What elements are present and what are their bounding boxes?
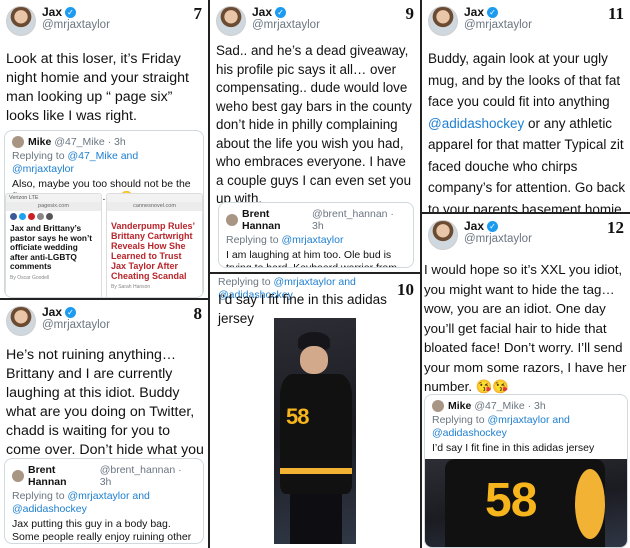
article-byline: By Oscar Goodell: [10, 274, 50, 281]
jersey-photo[interactable]: 58: [425, 459, 627, 547]
quoted-tweet[interactable]: Mike @47_Mike · 3h Replying to @47_Mike …: [4, 130, 204, 298]
author-handle[interactable]: @mrjaxtaylor: [42, 319, 110, 332]
jersey-number: 58: [286, 404, 310, 429]
author-handle[interactable]: @mrjaxtaylor: [252, 19, 320, 32]
quoted-author-name: Brent Hannan: [242, 208, 281, 232]
face-shape: [300, 346, 328, 374]
verified-badge-icon: ✓: [275, 7, 287, 18]
tweet-panel-12: 12 Jax ✓ @mrjaxtaylor I would hope so it…: [422, 214, 630, 548]
url-bar: pagesix.com: [6, 202, 101, 211]
jersey-stripe: [280, 468, 352, 474]
tweet-panel-8: 8 Jax ✓ @mrjaxtaylor He’s not ruining an…: [0, 300, 208, 548]
jersey-shape: [280, 374, 352, 494]
verified-badge-icon: ✓: [487, 221, 499, 232]
tweet-panel-7: 7 Jax ✓ @mrjaxtaylor Look at this loser,…: [0, 0, 208, 298]
tweet-text: Sad.. and he’s a dead giveaway, his prof…: [216, 43, 412, 206]
quoted-author-meta: @brent_hannan · 3h: [312, 208, 394, 232]
article-headline: Jax and Brittany’s pastor says he won’t …: [10, 223, 93, 271]
author-name[interactable]: Jax: [464, 6, 484, 19]
author-name[interactable]: Jax: [42, 306, 62, 319]
jersey-number: 58: [485, 474, 537, 527]
avatar[interactable]: [428, 6, 458, 36]
tweet-header: Jax ✓ @mrjaxtaylor: [216, 6, 320, 36]
status-bar: [107, 194, 202, 202]
divider: [0, 298, 208, 300]
tweet-header: Jax ✓ @mrjaxtaylor: [6, 6, 110, 36]
twitter-icon: [19, 213, 26, 220]
panel-number: 11: [607, 4, 624, 23]
panel-number: 9: [405, 4, 415, 23]
author-handle[interactable]: @mrjaxtaylor: [42, 19, 110, 32]
replying-to: Replying to @47_Mike and @mrjaxtaylor: [12, 150, 139, 175]
panel-number: 7: [193, 4, 203, 23]
avatar[interactable]: [428, 220, 458, 250]
quoted-author-name: Brent Hannan: [28, 464, 67, 488]
tweet-header: Jax ✓ @mrjaxtaylor: [428, 6, 532, 36]
author-handle[interactable]: @mrjaxtaylor: [464, 233, 532, 246]
author-name[interactable]: Jax: [464, 220, 484, 233]
tweet-panel-10: 10 Replying to @mrjaxtaylor and @adidash…: [210, 274, 420, 548]
quoted-media[interactable]: Verizon LTE pagesix.com Jax and Brittany…: [5, 193, 203, 297]
pinterest-icon: [28, 213, 35, 220]
email-icon: [37, 213, 44, 220]
mention-link[interactable]: @adidashockey: [428, 116, 524, 131]
share-icons: [6, 211, 101, 222]
divider: [210, 272, 420, 274]
tweet-text: Buddy, again look at your ugly mug, and …: [428, 51, 626, 212]
replying-to: Replying to @mrjaxtaylor and @adidashock…: [12, 490, 150, 515]
avatar[interactable]: [6, 6, 36, 36]
quoted-author-meta: @brent_hannan · 3h: [99, 464, 182, 488]
quoted-tweet[interactable]: Brent Hannan @brent_hannan · 3h Replying…: [4, 458, 204, 544]
url-bar: cannesnovel.com: [107, 202, 202, 211]
quoted-author-name: Mike: [448, 400, 472, 412]
replying-to: Replying to @mrjaxtaylor: [226, 234, 344, 246]
quoted-author-meta: @47_Mike · 3h: [474, 400, 546, 412]
comment-icon: [46, 213, 53, 220]
tweet-text: Look at this loser, it’s Friday night ho…: [6, 51, 189, 124]
avatar[interactable]: [216, 6, 246, 36]
screenshot-article: cannesnovel.com Vanderpump Rules’ Britta…: [106, 193, 203, 297]
tweet-panel-9: 9 Jax ✓ @mrjaxtaylor Sad.. and he’s a de…: [210, 0, 420, 272]
quoted-author-name: Mike: [28, 136, 52, 148]
avatar: [12, 470, 24, 482]
quoted-tweet[interactable]: Mike @47_Mike · 3h Replying to @mrjaxtay…: [424, 394, 628, 548]
quoted-tweet[interactable]: Brent Hannan @brent_hannan · 3h Replying…: [218, 202, 414, 268]
replying-to: Replying to @mrjaxtaylor and @adidashock…: [432, 414, 570, 439]
divider: [422, 212, 630, 214]
tweet-header: Jax ✓ @mrjaxtaylor: [428, 220, 532, 250]
screenshot-pagesix: Verizon LTE pagesix.com Jax and Brittany…: [5, 193, 102, 297]
tweet-panel-11: 11 Jax ✓ @mrjaxtaylor Buddy, again look …: [422, 0, 630, 212]
panel-number: 12: [607, 218, 624, 237]
panel-number: 8: [193, 304, 203, 323]
quoted-text: I am laughing at him too. Ole bud is try…: [226, 249, 397, 268]
avatar[interactable]: [6, 306, 36, 336]
quoted-author-meta: @47_Mike · 3h: [54, 136, 126, 148]
tweet-text: I would hope so it’s XXL you idiot, you …: [424, 262, 627, 394]
quoted-text: Jax putting this guy in a body bag. Some…: [12, 518, 192, 543]
reply-mentions[interactable]: @mrjaxtaylor: [281, 234, 343, 246]
verified-badge-icon: ✓: [65, 307, 77, 318]
article-headline: Vanderpump Rules’ Brittany Cartwright Re…: [111, 221, 195, 281]
status-bar: Verizon LTE: [6, 194, 101, 202]
tweet-header: Jax ✓ @mrjaxtaylor: [6, 306, 110, 336]
pants-shape: [290, 494, 342, 544]
jersey-stripe: [575, 469, 605, 539]
divider: [420, 0, 422, 548]
avatar: [432, 400, 444, 412]
verified-badge-icon: ✓: [487, 7, 499, 18]
author-name[interactable]: Jax: [42, 6, 62, 19]
article-byline: By Sarah Hanson: [111, 284, 151, 290]
avatar: [12, 136, 24, 148]
author-handle[interactable]: @mrjaxtaylor: [464, 19, 532, 32]
quoted-text: I’d say I fit fine in this adidas jersey: [432, 442, 595, 454]
divider: [208, 0, 210, 548]
author-name[interactable]: Jax: [252, 6, 272, 19]
facebook-icon: [10, 213, 17, 220]
verified-badge-icon: ✓: [65, 7, 77, 18]
jersey-photo[interactable]: 58: [274, 318, 356, 544]
avatar: [226, 214, 238, 226]
